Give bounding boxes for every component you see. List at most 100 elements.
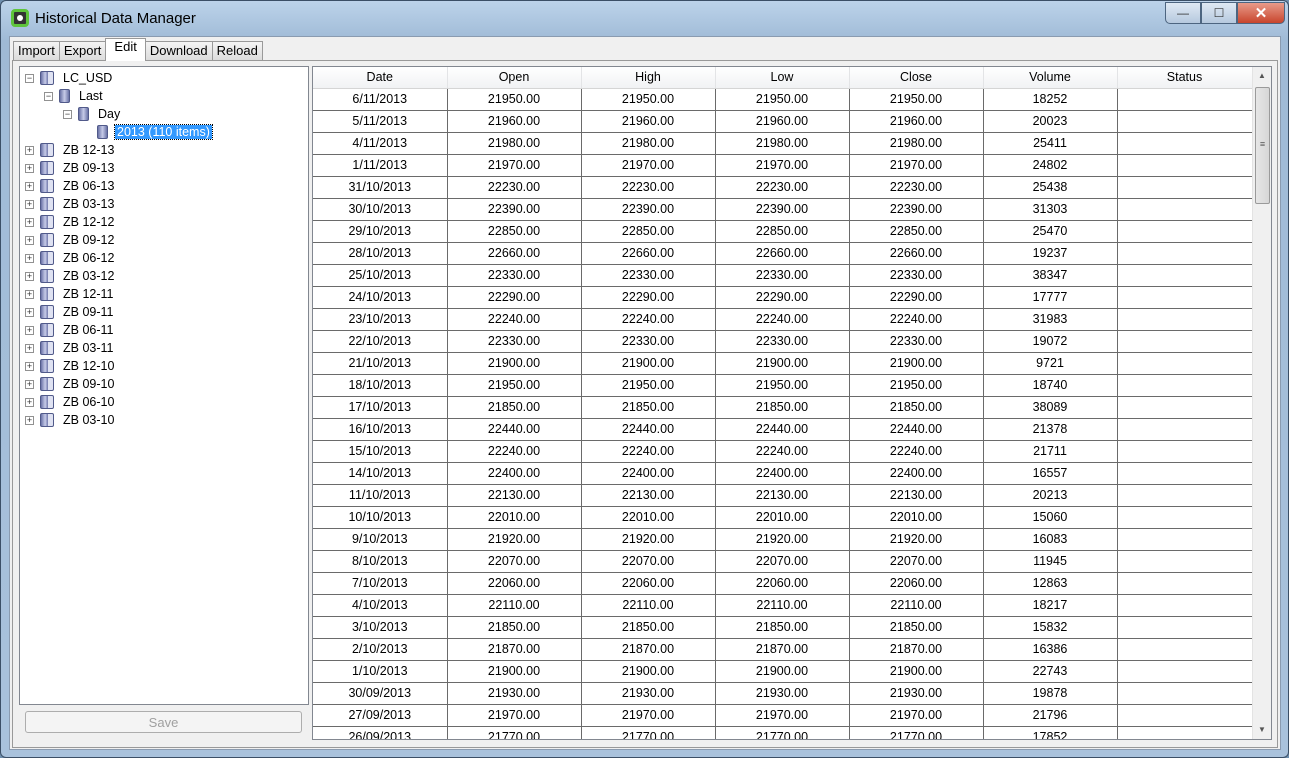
cell-status[interactable] [1117,110,1253,133]
cell-date[interactable]: 29/10/2013 [313,220,448,243]
cell-date[interactable]: 15/10/2013 [313,440,448,463]
cell-open[interactable]: 22850.00 [447,220,582,243]
cell-high[interactable]: 22240.00 [581,440,716,463]
cell-open[interactable]: 21870.00 [447,638,582,661]
cell-status[interactable] [1117,418,1253,441]
cell-status[interactable] [1117,726,1253,739]
cell-close[interactable]: 21960.00 [849,110,984,133]
table-row[interactable]: 15/10/2013 22240.00 22240.00 22240.00 22240.… [313,440,1253,463]
cell-volume[interactable]: 11945 [983,550,1118,573]
cell-close[interactable]: 21870.00 [849,638,984,661]
cell-low[interactable]: 21930.00 [715,682,850,705]
cell-status[interactable] [1117,308,1253,331]
expand-icon[interactable]: + [25,271,34,281]
cell-status[interactable] [1117,396,1253,419]
expand-icon[interactable]: + [25,289,34,299]
tree-item[interactable]: + ZB 06-11 [25,321,116,339]
tree-item[interactable]: + ZB 09-10 [25,375,116,393]
cell-high[interactable]: 22060.00 [581,572,716,595]
cell-high[interactable]: 22400.00 [581,462,716,485]
table-row[interactable]: 7/10/2013 22060.00 22060.00 22060.00 22060.0… [313,572,1253,595]
expand-icon[interactable]: + [25,397,34,407]
cell-low[interactable]: 22130.00 [715,484,850,507]
cell-close[interactable]: 22290.00 [849,286,984,309]
table-row[interactable]: 30/10/2013 22390.00 22390.00 22390.00 22390.… [313,198,1253,221]
cell-open[interactable]: 22330.00 [447,330,582,353]
cell-volume[interactable]: 21378 [983,418,1118,441]
cell-open[interactable]: 21930.00 [447,682,582,705]
cell-volume[interactable]: 17777 [983,286,1118,309]
cell-low[interactable]: 22240.00 [715,308,850,331]
cell-volume[interactable]: 25470 [983,220,1118,243]
cell-status[interactable] [1117,682,1253,705]
cell-close[interactable]: 21850.00 [849,616,984,639]
cell-date[interactable]: 24/10/2013 [313,286,448,309]
cell-close[interactable]: 22400.00 [849,462,984,485]
cell-volume[interactable]: 18740 [983,374,1118,397]
cell-open[interactable]: 22240.00 [447,440,582,463]
table-row[interactable]: 18/10/2013 21950.00 21950.00 21950.00 21950.… [313,374,1253,397]
cell-low[interactable]: 22070.00 [715,550,850,573]
cell-high[interactable]: 21950.00 [581,88,716,111]
cell-high[interactable]: 21970.00 [581,154,716,177]
tree-item[interactable]: + ZB 09-12 [25,231,116,249]
expand-icon[interactable]: + [25,307,34,317]
cell-close[interactable]: 21950.00 [849,374,984,397]
cell-status[interactable] [1117,88,1253,111]
table-row[interactable]: 6/11/2013 21950.00 21950.00 21950.00 21950.0… [313,88,1253,111]
cell-low[interactable]: 22390.00 [715,198,850,221]
cell-open[interactable]: 22400.00 [447,462,582,485]
table-row[interactable]: 9/10/2013 21920.00 21920.00 21920.00 21920.0… [313,528,1253,551]
cell-open[interactable]: 21980.00 [447,132,582,155]
cell-high[interactable]: 21900.00 [581,660,716,683]
expand-icon[interactable]: + [25,415,34,425]
minimize-button[interactable]: — [1165,2,1201,24]
table-row[interactable]: 2/10/2013 21870.00 21870.00 21870.00 21870.0… [313,638,1253,661]
cell-volume[interactable]: 15060 [983,506,1118,529]
table-row[interactable]: 11/10/2013 22130.00 22130.00 22130.00 22130.… [313,484,1253,507]
save-button[interactable]: Save [25,711,302,733]
cell-volume[interactable]: 19072 [983,330,1118,353]
cell-open[interactable]: 22240.00 [447,308,582,331]
cell-volume[interactable]: 15832 [983,616,1118,639]
cell-low[interactable]: 22110.00 [715,594,850,617]
cell-date[interactable]: 16/10/2013 [313,418,448,441]
cell-open[interactable]: 21950.00 [447,374,582,397]
cell-close[interactable]: 21900.00 [849,352,984,375]
cell-date[interactable]: 28/10/2013 [313,242,448,265]
cell-volume[interactable]: 22743 [983,660,1118,683]
cell-date[interactable]: 8/10/2013 [313,550,448,573]
cell-status[interactable] [1117,220,1253,243]
maximize-button[interactable]: ☐ [1201,2,1237,24]
tree-item[interactable]: + ZB 09-13 [25,159,116,177]
tree-item[interactable]: + ZB 12-13 [25,141,116,159]
cell-date[interactable]: 27/09/2013 [313,704,448,727]
cell-volume[interactable]: 20213 [983,484,1118,507]
cell-volume[interactable]: 12863 [983,572,1118,595]
tree-item[interactable]: + ZB 09-11 [25,303,116,321]
cell-volume[interactable]: 31983 [983,308,1118,331]
cell-volume[interactable]: 18217 [983,594,1118,617]
cell-low[interactable]: 21960.00 [715,110,850,133]
cell-open[interactable]: 22660.00 [447,242,582,265]
cell-date[interactable]: 22/10/2013 [313,330,448,353]
table-row[interactable]: 29/10/2013 22850.00 22850.00 22850.00 22850.… [313,220,1253,243]
cell-close[interactable]: 21920.00 [849,528,984,551]
table-row[interactable]: 28/10/2013 22660.00 22660.00 22660.00 22660.… [313,242,1253,265]
cell-status[interactable] [1117,484,1253,507]
expand-icon[interactable]: + [25,361,34,371]
cell-close[interactable]: 22010.00 [849,506,984,529]
cell-status[interactable] [1117,638,1253,661]
cell-close[interactable]: 22130.00 [849,484,984,507]
cell-status[interactable] [1117,704,1253,727]
cell-close[interactable]: 22660.00 [849,242,984,265]
cell-date[interactable]: 7/10/2013 [313,572,448,595]
cell-date[interactable]: 3/10/2013 [313,616,448,639]
tree-item[interactable]: + ZB 06-10 [25,393,116,411]
cell-status[interactable] [1117,352,1253,375]
cell-volume[interactable]: 16083 [983,528,1118,551]
cell-close[interactable]: 22440.00 [849,418,984,441]
cell-volume[interactable]: 38089 [983,396,1118,419]
table-row[interactable]: 10/10/2013 22010.00 22010.00 22010.00 22010.… [313,506,1253,529]
cell-close[interactable]: 22330.00 [849,330,984,353]
